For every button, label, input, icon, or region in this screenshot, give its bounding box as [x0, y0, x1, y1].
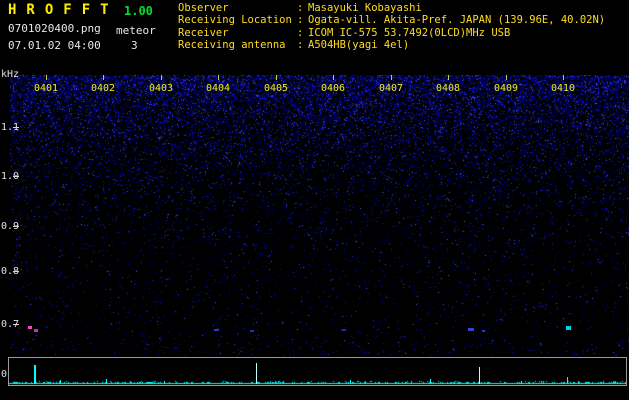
- freq-tick: [13, 271, 19, 272]
- time-label-0407: 0407: [379, 83, 404, 94]
- meteor-echo-mark: [250, 330, 254, 332]
- signal-level-graph: [8, 357, 627, 386]
- output-filename: 0701020400.png: [8, 22, 101, 35]
- info-row-observer: Observer: Masayuki Kobayashi: [178, 2, 605, 14]
- freq-tick: [13, 226, 19, 227]
- app-version: 1.00: [124, 4, 153, 18]
- meteor-echo-mark: [214, 329, 219, 331]
- info-separator: :: [297, 2, 304, 14]
- observation-mode-label: meteor: [116, 24, 156, 37]
- time-label-0409: 0409: [494, 83, 519, 94]
- info-label: Receiving Location: [178, 14, 292, 27]
- time-tick: [103, 75, 104, 80]
- meteor-echo-mark: [468, 328, 474, 331]
- time-label-0402: 0402: [91, 83, 116, 94]
- time-tick: [506, 75, 507, 80]
- time-tick: [46, 75, 47, 80]
- signal-level-spike: [256, 363, 257, 384]
- time-label-0404: 0404: [206, 83, 231, 94]
- meteor-echo-mark: [482, 330, 485, 332]
- freq-axis-unit: kHz: [1, 69, 20, 80]
- signal-level-spike: [350, 380, 351, 384]
- freq-tick: [13, 127, 19, 128]
- meteor-echo-mark: [342, 329, 346, 331]
- time-tick: [161, 75, 162, 80]
- time-label-0403: 0403: [149, 83, 174, 94]
- hrofft-output-image: HROFFT 1.00 0701020400.png meteor 07.01.…: [0, 0, 629, 400]
- info-label: Observer: [178, 2, 229, 14]
- time-tick: [218, 75, 219, 80]
- info-label: Receiver: [178, 26, 229, 39]
- meteor-echo-mark: [566, 326, 571, 330]
- time-label-0410: 0410: [551, 83, 576, 94]
- signal-level-spike: [60, 380, 61, 384]
- time-tick: [391, 75, 392, 80]
- time-tick: [448, 75, 449, 80]
- info-value: Masayuki Kobayashi: [308, 2, 422, 14]
- time-tick: [276, 75, 277, 80]
- info-row-location: Receiving Location: Ogata-vill. Akita-Pre…: [178, 14, 605, 26]
- info-value: A504HB(yagi 4el): [308, 39, 410, 52]
- info-row-receiver: Receiver: ICOM IC-575 53.7492(0LCD)MHz US…: [178, 27, 605, 39]
- time-label-0408: 0408: [436, 83, 461, 94]
- info-label: Receiving antenna: [178, 39, 286, 52]
- station-info-block: Observer: Masayuki Kobayashi Receiving Lo…: [178, 2, 605, 52]
- freq-tick: [13, 176, 19, 177]
- info-value: Ogata-vill. Akita-Pref. JAPAN (139.96E, …: [308, 14, 606, 27]
- meteor-echo-mark: [34, 329, 38, 332]
- app-title: HROFFT: [8, 2, 119, 18]
- info-row-antenna: Receiving antenna: A504HB(yagi 4el): [178, 39, 605, 51]
- info-value: ICOM IC-575 53.7492(0LCD)MHz USB: [308, 26, 511, 39]
- info-separator: :: [297, 14, 304, 27]
- signal-level-spike: [567, 377, 568, 384]
- observation-datetime: 07.01.02 04:00: [8, 39, 101, 52]
- signal-level-spike: [521, 381, 522, 384]
- signal-level-spike: [430, 379, 431, 384]
- freq-tick: [13, 324, 19, 325]
- time-label-0406: 0406: [321, 83, 346, 94]
- meteor-echo-mark: [28, 326, 32, 329]
- info-separator: :: [297, 39, 304, 52]
- time-label-0405: 0405: [264, 83, 289, 94]
- spectrogram-noise-canvas: [10, 75, 629, 356]
- time-tick: [563, 75, 564, 80]
- signal-level-spike: [164, 381, 165, 384]
- meteor-count: 3: [131, 39, 138, 52]
- signal-level-canvas: [9, 358, 626, 385]
- signal-level-spike: [106, 379, 107, 384]
- time-tick: [333, 75, 334, 80]
- info-separator: :: [297, 26, 304, 39]
- signal-level-spike: [34, 365, 36, 384]
- time-label-0401: 0401: [34, 83, 59, 94]
- signal-level-spike: [479, 367, 480, 384]
